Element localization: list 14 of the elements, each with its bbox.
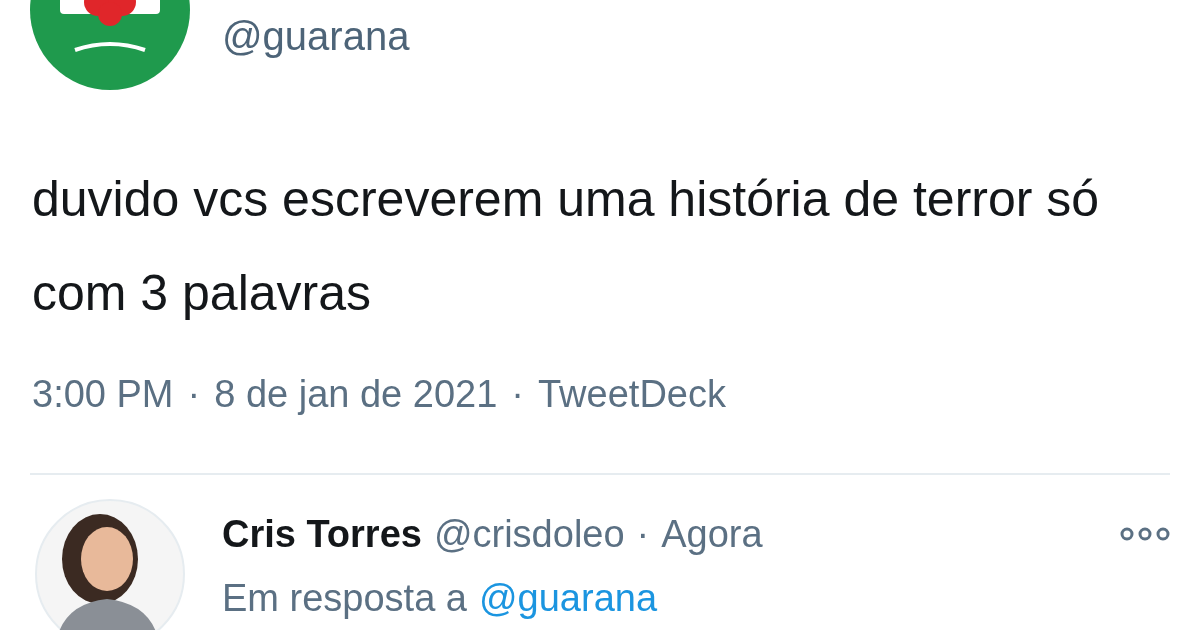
tweet-source[interactable]: TweetDeck [538,366,726,423]
account-handle: @guarana [222,16,410,56]
reply-author-name[interactable]: Cris Torres [222,515,422,553]
tweet-time: 3:00 PM [32,372,174,417]
tweet-date: 8 de jan de 2021 [214,372,498,417]
separator-dot: · [511,372,524,417]
reply-context-text: Em resposta a [222,579,467,617]
reply-time: Agora [661,515,763,553]
more-options-icon[interactable] [1120,527,1170,541]
reply-author-handle: @crisdoleo [433,515,625,553]
separator-dot: · [187,372,201,417]
mention-link[interactable]: @guarana [479,579,658,617]
tweet-text: duvido vcs escreverem uma história de terror só com 3 palavras [31,170,1101,323]
separator-dot: · [636,515,650,553]
